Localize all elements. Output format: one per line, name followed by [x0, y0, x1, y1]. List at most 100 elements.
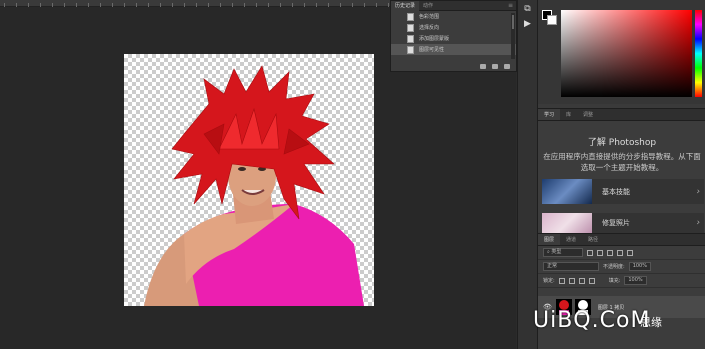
panel-menu-icon[interactable]: ≡: [508, 2, 513, 9]
chevron-right-icon: ›: [696, 218, 700, 228]
opacity-label: 不透明度:: [603, 264, 625, 270]
document-image[interactable]: [124, 54, 374, 306]
history-item-label: 选择反向: [419, 25, 440, 31]
ruler-tick: [40, 3, 41, 7]
ruler-tick: [280, 3, 281, 7]
document-canvas-area[interactable]: 历史记录 动作 ≡ 色彩范围 选择反向 添加图层蒙版 图层可见性: [0, 0, 517, 349]
ruler-tick: [136, 3, 137, 7]
fill-input[interactable]: 100%: [624, 276, 647, 285]
ruler-tick: [196, 3, 197, 7]
filter-adjustment-icon[interactable]: [597, 249, 603, 256]
ruler-tick: [88, 3, 89, 7]
ruler-tick: [184, 3, 185, 7]
lock-label: 锁定:: [543, 278, 555, 284]
blend-mode-select[interactable]: 正常: [543, 262, 599, 271]
filter-type-icon[interactable]: [607, 249, 613, 256]
color-picker-field[interactable]: [561, 10, 692, 97]
camera-icon[interactable]: [492, 64, 498, 69]
history-item[interactable]: 色彩范围: [391, 11, 516, 22]
tab-channels[interactable]: 通道: [560, 234, 582, 245]
ruler-tick: [16, 3, 17, 7]
ruler-tick: [172, 3, 173, 7]
ruler-tick: [208, 3, 209, 7]
checkbox[interactable]: [395, 13, 403, 21]
ruler-tick: [352, 3, 353, 7]
learn-tabs: 学习 库 调整: [538, 109, 705, 121]
document-icon: [407, 45, 414, 54]
tutorial-card-basic-skills[interactable]: 基本技能 ›: [542, 179, 704, 204]
filter-smart-object-icon[interactable]: [627, 249, 633, 256]
ruler-tick: [28, 3, 29, 7]
history-panel: 历史记录 动作 ≡ 色彩范围 选择反向 添加图层蒙版 图层可见性: [390, 0, 517, 72]
history-footer: [480, 64, 510, 69]
ruler-tick: [340, 3, 341, 7]
blend-opacity-row: 正常 不透明度: 100%: [538, 260, 705, 274]
tab-history[interactable]: 历史记录: [391, 0, 420, 11]
ruler-tick: [376, 3, 377, 7]
history-item[interactable]: 选择反向: [391, 22, 516, 33]
lock-fill-row: 锁定: 填充: 100%: [538, 274, 705, 288]
ruler-tick: [256, 3, 257, 7]
ruler-tick: [220, 3, 221, 7]
watermark-logo: UiBQ.CoM: [533, 308, 651, 333]
checkbox[interactable]: [395, 24, 403, 32]
lock-position-icon[interactable]: [578, 277, 585, 284]
tutorial-thumbnail: [542, 179, 592, 204]
tab-adjustments[interactable]: 调整: [577, 109, 599, 120]
ruler-tick: [388, 3, 389, 7]
ruler-tick: [232, 3, 233, 7]
ruler-tick: [304, 3, 305, 7]
history-scrollbar[interactable]: [511, 13, 515, 59]
portrait-image: [144, 65, 364, 306]
tab-learn[interactable]: 学习: [538, 109, 561, 120]
learn-panel: 学习 库 调整 了解 Photoshop 在应用程序内直接提供的分步指导教程。从…: [538, 108, 705, 233]
right-panel-dock: 学习 库 调整 了解 Photoshop 在应用程序内直接提供的分步指导教程。从…: [537, 0, 705, 349]
hue-slider[interactable]: [695, 10, 702, 97]
ruler-tick: [64, 3, 65, 7]
learn-title: 了解 Photoshop: [587, 138, 657, 148]
tutorial-thumbnail: [542, 213, 592, 233]
tab-libraries[interactable]: 库: [560, 109, 577, 120]
ruler-tick: [160, 3, 161, 7]
filter-kind-select[interactable]: ⌕ 类型: [543, 248, 583, 257]
chevron-right-icon: ›: [696, 186, 700, 197]
lock-image-icon[interactable]: [568, 277, 575, 284]
checkbox[interactable]: [395, 46, 403, 54]
ruler-tick: [112, 3, 113, 7]
ruler-tick: [364, 3, 365, 7]
history-item-label: 色彩范围: [419, 14, 440, 20]
checkbox[interactable]: [395, 35, 403, 43]
ruler-tick: [328, 3, 329, 7]
filter-pixel-icon[interactable]: [587, 249, 593, 256]
lock-transparent-icon[interactable]: [558, 277, 565, 284]
color-panel: [538, 0, 705, 104]
tutorial-card-label: 基本技能: [602, 187, 630, 196]
lock-all-icon[interactable]: [588, 277, 595, 284]
document-icon: [407, 12, 414, 21]
history-item-label: 图层可见性: [419, 47, 445, 53]
ruler-tick: [4, 3, 5, 7]
history-item[interactable]: 添加图层蒙版: [391, 33, 516, 44]
panel-icon-strip: ⧉ ▶: [517, 0, 537, 349]
background-swatch[interactable]: [547, 15, 557, 25]
document-icon: [407, 23, 414, 32]
history-brush-icon[interactable]: ⧉: [521, 3, 535, 15]
filter-shape-icon[interactable]: [617, 249, 623, 256]
tutorial-card-label: 修复照片: [602, 219, 630, 227]
tab-actions[interactable]: 动作: [419, 2, 437, 9]
tab-paths[interactable]: 路径: [582, 234, 604, 245]
opacity-input[interactable]: 100%: [628, 262, 651, 271]
fill-label: 填充:: [608, 278, 621, 284]
tutorial-card-fix-photo[interactable]: 修复照片 ›: [542, 213, 704, 233]
ruler-tick: [100, 3, 101, 7]
ruler-tick: [316, 3, 317, 7]
new-document-icon[interactable]: [480, 64, 486, 69]
play-icon[interactable]: ▶: [521, 18, 535, 30]
ruler-tick: [292, 3, 293, 7]
trash-icon[interactable]: [504, 64, 510, 69]
ruler-tick: [244, 3, 245, 7]
learn-description: 在应用程序内直接提供的分步指导教程。从下面选取一个主题开始教程。: [543, 152, 701, 172]
history-item-selected[interactable]: 图层可见性: [391, 44, 516, 55]
tab-layers[interactable]: 图层: [538, 234, 561, 245]
ruler-tick: [148, 3, 149, 7]
